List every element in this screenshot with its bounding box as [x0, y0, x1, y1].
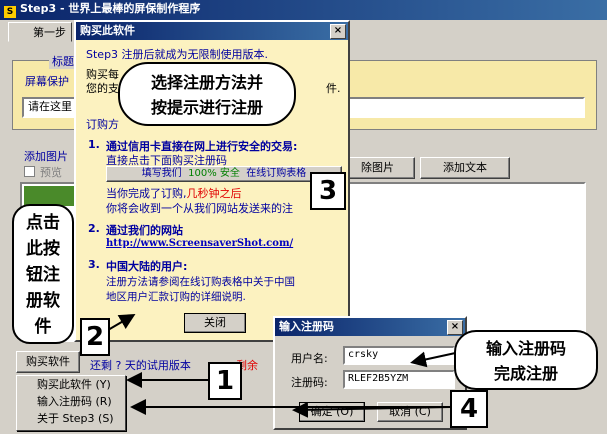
callout-right: 输入注册码 完成注册	[454, 330, 598, 390]
callout-left-line3: 钮注	[26, 265, 60, 285]
callout-left: 点击 此按 钮注 册软 件	[12, 204, 74, 344]
callout-right-line2: 完成注册	[493, 364, 558, 383]
arrow-2	[107, 313, 136, 331]
callout-right-line1: 输入注册码	[485, 339, 566, 358]
callout-top: 选择注册方法并 按提示进行注册	[118, 62, 296, 126]
callout-left-line4: 册软	[26, 291, 60, 311]
callout-top-line2: 按提示进行注册	[150, 98, 263, 117]
step-number-2: 2	[80, 318, 110, 356]
callout-left-line1: 点击	[26, 213, 60, 233]
step-number-3: 3	[310, 172, 346, 210]
callout-top-line1: 选择注册方法并	[150, 73, 263, 92]
callout-left-line5: 件	[34, 317, 52, 337]
step-number-4: 4	[450, 390, 488, 428]
callout-left-line2: 此按	[26, 239, 60, 259]
step-number-1: 1	[208, 362, 242, 400]
